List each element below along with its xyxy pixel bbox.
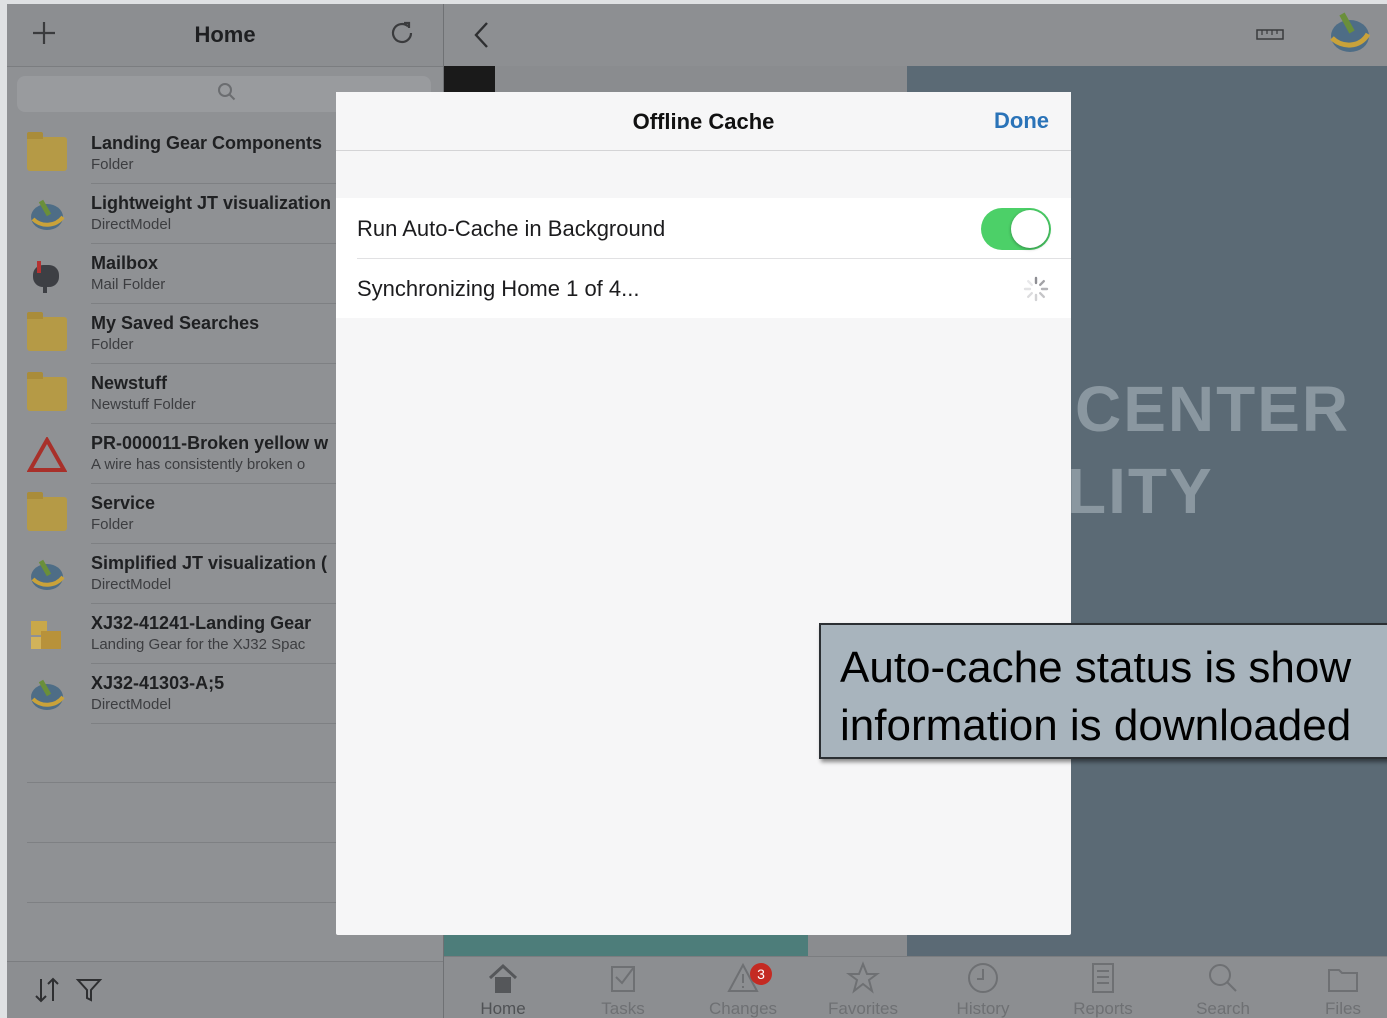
directmodel-icon [27,197,67,231]
item-name: Landing Gear Components [91,133,323,153]
dialog-header: Offline Cache Done [336,92,1071,151]
callout-text: Auto-cache status is show information is… [840,639,1351,755]
done-button[interactable]: Done [994,108,1049,134]
item-type: DirectModel [91,576,172,593]
search-icon [217,82,237,108]
search-icon [1168,961,1278,995]
item-name: Mailbox [91,253,159,273]
auto-cache-row: Run Auto-Cache in Background [336,198,1071,259]
right-header [444,4,1387,67]
tab-tasks[interactable]: Tasks [568,961,678,1018]
item-type: Folder [91,336,134,353]
directmodel-icon [27,557,67,591]
banner-text-line2: LITY [1067,455,1214,527]
settings-group: Run Auto-Cache in Background Synchronizi… [336,198,1071,318]
mailbox-icon [27,257,67,293]
item-type: Newstuff Folder [91,396,196,413]
left-header: Home [7,4,443,67]
warning-icon [688,961,798,995]
annotation-callout: Auto-cache status is show information is… [819,623,1387,759]
tab-label: Tasks [601,999,645,1018]
warning-icon [26,435,68,472]
refresh-icon[interactable] [387,18,417,48]
banner-text-line1: CENTER [1075,373,1351,445]
tab-reports[interactable]: Reports [1048,961,1158,1018]
tab-bar: Home Tasks 3 Changes Favorites History R… [444,956,1387,1018]
item-name: Lightweight JT visualization [91,193,332,213]
thumbnail-strip [444,66,495,94]
document-icon [1048,961,1158,995]
tab-favorites[interactable]: Favorites [808,961,918,1018]
item-name: XJ32-41303-A;5 [91,673,225,693]
notification-badge: 3 [750,963,772,985]
folder-icon [27,312,67,351]
tab-label: Search [1196,999,1250,1018]
folder-icon [1288,961,1387,995]
tab-files[interactable]: Files [1288,961,1387,1018]
auto-cache-toggle[interactable] [981,208,1051,250]
ruler-icon[interactable] [1256,26,1284,47]
directmodel-icon [27,677,67,711]
star-icon [808,961,918,995]
tab-label: Favorites [828,999,898,1018]
item-name: Simplified JT visualization ( [91,553,328,573]
tab-search[interactable]: Search [1168,961,1278,1018]
item-type: Folder [91,156,134,173]
item-name: My Saved Searches [91,313,260,333]
callout-line1: Auto-cache status is show [840,643,1352,692]
item-type: Landing Gear for the XJ32 Spac [91,636,306,653]
item-name: Newstuff [91,373,167,393]
spinner-icon [1023,276,1049,302]
tab-label: Home [480,999,526,1018]
item-name: Service [91,493,156,513]
tab-changes[interactable]: 3 Changes [688,961,798,1018]
sync-status-row: Synchronizing Home 1 of 4... [336,258,1071,318]
tab-label: Files [1325,999,1361,1018]
tab-label: History [956,999,1010,1018]
left-footer [7,961,443,1018]
auto-cache-label: Run Auto-Cache in Background [357,216,666,241]
chevron-left-icon[interactable] [472,20,492,55]
sync-status-label: Synchronizing Home 1 of 4... [357,276,640,301]
house-icon [448,961,558,995]
clock-icon [928,961,1038,995]
checkbox-icon [568,961,678,995]
toggle-knob [1011,210,1049,248]
item-type: DirectModel [91,216,172,233]
assembly-icon [27,617,67,651]
tab-label: Changes [708,999,778,1018]
panel-title: Home [194,22,256,47]
dialog-title: Offline Cache [632,109,775,134]
folder-icon [27,132,67,171]
sort-icon[interactable] [33,976,63,1009]
tab-label: Reports [1073,999,1133,1018]
callout-line2: information is downloaded [840,701,1352,750]
tab-history[interactable]: History [928,961,1038,1018]
item-type: Mail Folder [91,276,166,293]
folder-icon [27,492,67,531]
item-type: DirectModel [91,696,172,713]
filter-icon[interactable] [75,976,103,1009]
offline-cache-dialog: Offline Cache Done Run Auto-Cache in Bac… [336,92,1071,935]
folder-icon [27,372,67,411]
app-logo-icon[interactable] [1326,10,1374,63]
item-type: Folder [91,516,134,533]
item-name: XJ32-41241-Landing Gear [91,613,312,633]
item-type: A wire has consistently broken o [91,456,306,473]
tab-home[interactable]: Home [448,961,558,1018]
item-name: PR-000011-Broken yellow w [91,433,329,453]
